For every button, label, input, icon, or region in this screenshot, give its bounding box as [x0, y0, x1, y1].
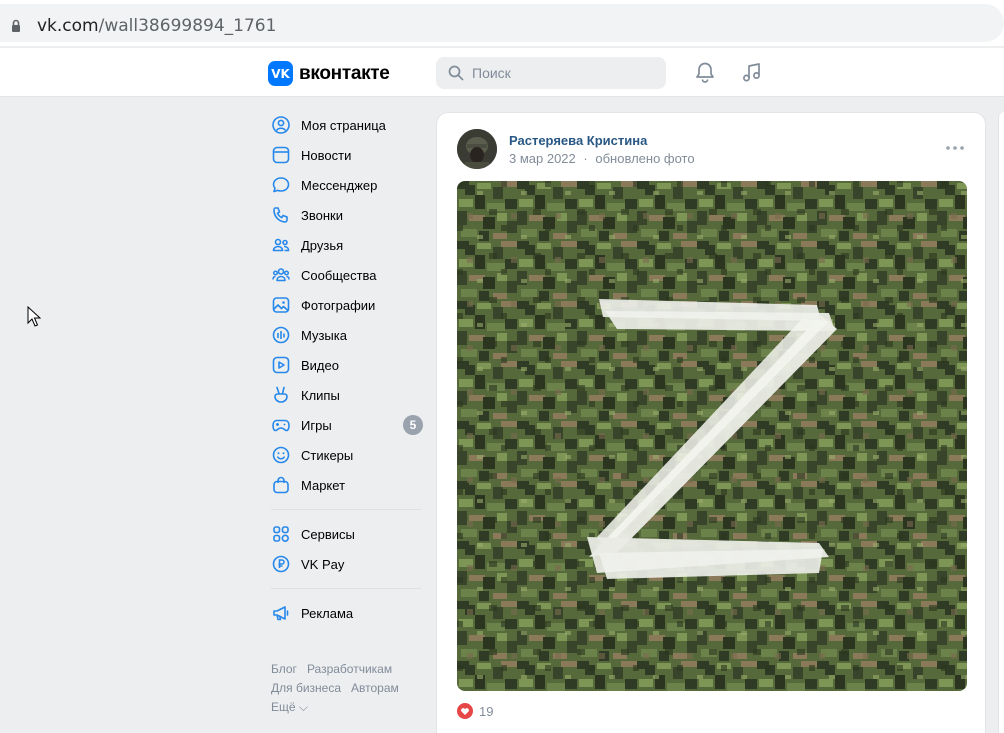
meta-separator: ·	[583, 151, 588, 166]
sidebar-item-label: Музыка	[301, 327, 347, 343]
avatar-image	[457, 129, 497, 169]
mouse-cursor-icon	[27, 306, 41, 327]
post-photo[interactable]	[457, 181, 967, 691]
sidebar-item-label: Видео	[301, 357, 339, 373]
url-host: vk.com	[37, 16, 99, 36]
photo-icon	[272, 297, 290, 313]
sidebar-item-label: Клипы	[301, 387, 340, 403]
sidebar-item-label: Стикеры	[301, 447, 354, 463]
sidebar-item-label: Реклама	[301, 605, 354, 621]
vk-logo-icon: VK	[268, 61, 293, 86]
sidebar-item-news[interactable]: Новости	[266, 140, 426, 170]
sidebar-item-games[interactable]: Игры 5	[266, 410, 426, 440]
footer-link-authors[interactable]: Авторам	[351, 681, 399, 695]
sidebar-divider	[271, 509, 421, 510]
author-avatar[interactable]	[457, 129, 497, 169]
camouflage-z-image	[457, 181, 967, 691]
phone-icon	[273, 207, 288, 223]
message-icon	[272, 177, 290, 193]
heart-icon	[457, 703, 473, 719]
search-input[interactable]	[472, 57, 657, 89]
sidebar-item-label: Сервисы	[301, 526, 355, 542]
sidebar-item-music[interactable]: Музыка	[266, 320, 426, 350]
sidebar-item-photos[interactable]: Фотографии	[266, 290, 426, 320]
post-author-name[interactable]: Растеряева Кристина	[509, 133, 647, 148]
post-action: обновлено фото	[595, 151, 695, 166]
sidebar-item-label: Друзья	[301, 237, 344, 253]
video-icon	[272, 356, 290, 374]
sidebar-item-label: Мессенджер	[301, 177, 378, 193]
sidebar-item-label: Фотографии	[301, 297, 376, 313]
user-circle-icon	[272, 116, 290, 134]
more-options-icon[interactable]	[945, 141, 965, 155]
footer-link-blog[interactable]: Блог	[271, 662, 297, 676]
newsfeed-icon	[272, 146, 290, 164]
browser-toolbar: vk.com/wall38699894_1761	[0, 0, 1004, 46]
site-header: VK вконтакте	[0, 48, 1004, 97]
sidebar-item-clips[interactable]: Клипы	[266, 380, 426, 410]
gamepad-icon	[272, 419, 290, 432]
likes-count: 19	[479, 703, 494, 719]
sidebar-item-ads[interactable]: Реклама	[266, 598, 426, 628]
post-card: Растеряева Кристина 3 мар 2022 · обновле…	[436, 112, 986, 733]
right-panel-edge	[998, 112, 1004, 733]
sidebar-item-stickers[interactable]: Стикеры	[266, 440, 426, 470]
music-icon	[272, 326, 290, 344]
sidebar-item-market[interactable]: Маркет	[266, 470, 426, 500]
footer-link-business[interactable]: Для бизнеса	[271, 681, 341, 695]
likes-row[interactable]: 19	[457, 703, 493, 719]
bell-icon[interactable]	[694, 61, 716, 83]
sidebar-item-messenger[interactable]: Мессенджер	[266, 170, 426, 200]
post-date[interactable]: 3 мар 2022	[509, 151, 576, 166]
services-icon	[273, 526, 289, 542]
lock-icon	[12, 19, 20, 32]
post-meta: 3 мар 2022 · обновлено фото	[509, 151, 695, 166]
footer-link-developers[interactable]: Разработчикам	[307, 662, 392, 676]
sidebar-item-label: Звонки	[301, 207, 343, 223]
music-icon[interactable]	[741, 61, 763, 83]
clips-icon	[274, 386, 288, 403]
sidebar-item-services[interactable]: Сервисы	[266, 519, 426, 549]
search-box[interactable]	[436, 57, 666, 89]
smile-icon	[272, 446, 290, 464]
footer-link-more[interactable]: Ещё ⌵	[271, 700, 308, 714]
sidebar-item-my-page[interactable]: Моя страница	[266, 110, 426, 140]
logo-text: вконтакте	[299, 62, 390, 84]
sidebar-item-label: Сообщества	[301, 267, 377, 283]
megaphone-icon	[273, 606, 289, 621]
sidebar-item-label: Маркет	[301, 477, 346, 493]
vk-logo[interactable]: VK вконтакте	[268, 61, 390, 86]
friends-icon	[272, 238, 290, 252]
sidebar-item-label: Игры	[301, 417, 332, 433]
sidebar-item-vk-pay[interactable]: VK Pay	[266, 549, 426, 579]
address-bar[interactable]: vk.com/wall38699894_1761	[0, 4, 1004, 42]
sidebar-divider	[271, 588, 421, 589]
search-icon	[448, 65, 464, 81]
sidebar-item-friends[interactable]: Друзья	[266, 230, 426, 260]
sidebar-item-label: VK Pay	[301, 556, 345, 572]
sidebar-item-video[interactable]: Видео	[266, 350, 426, 380]
address-url[interactable]: vk.com/wall38699894_1761	[37, 16, 276, 36]
games-count-badge: 5	[403, 415, 423, 435]
sidebar-footer: Блог Разработчикам Для бизнеса Авторам Ещё…	[271, 660, 431, 717]
ruble-icon	[272, 555, 290, 573]
bag-icon	[273, 476, 289, 494]
sidebar-item-calls[interactable]: Звонки	[266, 200, 426, 230]
sidebar-item-label: Моя страница	[301, 117, 386, 133]
left-sidebar: Моя страница Новости Мессенджер Звонки Д…	[266, 110, 426, 628]
url-path: /wall38699894_1761	[98, 16, 277, 36]
sidebar-item-communities[interactable]: Сообщества	[266, 260, 426, 290]
communities-icon	[272, 268, 290, 282]
sidebar-item-label: Новости	[301, 147, 352, 163]
